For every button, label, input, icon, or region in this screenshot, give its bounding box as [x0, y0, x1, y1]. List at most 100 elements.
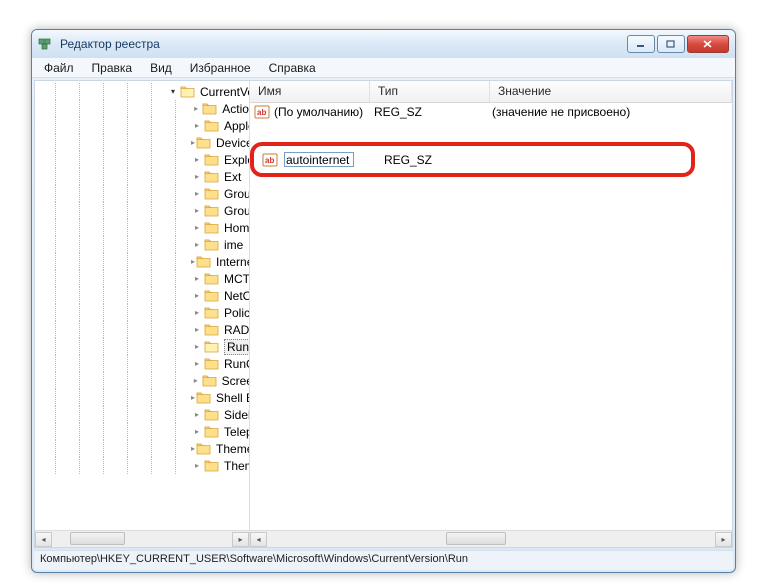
tree-item[interactable]: RunOnce — [35, 355, 249, 372]
scroll-track[interactable] — [52, 532, 232, 547]
expand-icon[interactable] — [191, 290, 203, 302]
tree-label: Applets — [224, 119, 249, 133]
expand-icon[interactable] — [191, 341, 203, 353]
tree-item-parent[interactable]: CurrentVersion — [35, 83, 249, 100]
expand-icon[interactable] — [191, 307, 203, 319]
folder-icon — [204, 204, 220, 217]
expand-icon[interactable] — [191, 392, 195, 404]
tree-item[interactable]: Run — [35, 338, 249, 355]
menu-file[interactable]: Файл — [36, 59, 82, 77]
column-type[interactable]: Тип — [370, 81, 490, 102]
tree-item[interactable]: Telephony — [35, 423, 249, 440]
expand-icon[interactable] — [167, 86, 179, 98]
expand-icon[interactable] — [191, 375, 201, 387]
maximize-button[interactable] — [657, 35, 685, 53]
tree-label: Group Policy — [224, 204, 249, 218]
menu-edit[interactable]: Правка — [84, 59, 141, 77]
column-name[interactable]: Имя — [250, 81, 370, 102]
expand-icon[interactable] — [191, 273, 203, 285]
folder-icon — [204, 221, 220, 234]
tree-item[interactable]: Sidebar — [35, 406, 249, 423]
tree-item[interactable]: Shell Extensions — [35, 389, 249, 406]
expand-icon[interactable] — [191, 120, 203, 132]
tree-label: Ext — [224, 170, 241, 184]
expand-icon[interactable] — [191, 443, 195, 455]
tree-item[interactable]: Group Policy — [35, 202, 249, 219]
tree-item[interactable]: Device Metadata — [35, 134, 249, 151]
expand-icon[interactable] — [191, 103, 201, 115]
scroll-thumb[interactable] — [446, 532, 506, 545]
list-pane: Имя Тип Значение ab (По умолчанию) REG_S… — [250, 81, 732, 547]
minimize-button[interactable] — [627, 35, 655, 53]
tree-label: Policies — [224, 306, 249, 320]
tree-item[interactable]: Screensavers — [35, 372, 249, 389]
tree-item[interactable]: Policies — [35, 304, 249, 321]
expand-icon[interactable] — [191, 358, 203, 370]
tree-item[interactable]: Applets — [35, 117, 249, 134]
scroll-track[interactable] — [267, 532, 715, 547]
scroll-left-button[interactable]: ◂ — [35, 532, 52, 547]
scroll-thumb[interactable] — [70, 532, 125, 545]
tree-item[interactable]: Explorer — [35, 151, 249, 168]
value-row-default[interactable]: ab (По умолчанию) REG_SZ (значение не пр… — [250, 103, 732, 121]
expand-icon[interactable] — [191, 137, 195, 149]
tree-label: CurrentVersion — [200, 85, 249, 99]
folder-icon — [204, 459, 220, 472]
menu-view[interactable]: Вид — [142, 59, 180, 77]
tree-item[interactable]: MCT — [35, 270, 249, 287]
menu-favorites[interactable]: Избранное — [182, 59, 259, 77]
folder-icon — [196, 255, 212, 268]
tree-label: RADAR — [224, 323, 249, 337]
menu-help[interactable]: Справка — [261, 59, 324, 77]
scroll-right-button[interactable]: ▸ — [715, 532, 732, 547]
expand-icon[interactable] — [191, 222, 203, 234]
tree-item[interactable]: ime — [35, 236, 249, 253]
tree-item[interactable]: Group Policy — [35, 185, 249, 202]
close-button[interactable] — [687, 35, 729, 53]
registry-editor-window: Редактор реестра Файл Правка Вид Избранн… — [31, 29, 736, 573]
column-value[interactable]: Значение — [490, 81, 732, 102]
folder-icon — [204, 306, 220, 319]
tree-item[interactable]: ThemeManager — [35, 440, 249, 457]
tree-item[interactable]: RADAR — [35, 321, 249, 338]
tree-item[interactable]: Themes — [35, 457, 249, 474]
tree-label: Run — [224, 339, 249, 355]
tree-label: Screensavers — [222, 374, 249, 388]
list-body[interactable]: ab (По умолчанию) REG_SZ (значение не пр… — [250, 103, 732, 530]
expand-icon[interactable] — [191, 205, 203, 217]
expand-icon[interactable] — [191, 256, 195, 268]
folder-icon — [204, 425, 220, 438]
folder-icon — [204, 323, 220, 336]
folder-icon — [204, 238, 220, 251]
expand-icon[interactable] — [191, 154, 203, 166]
scroll-left-button[interactable]: ◂ — [250, 532, 267, 547]
expand-icon[interactable] — [191, 324, 203, 336]
tree-item[interactable]: NetCache — [35, 287, 249, 304]
expand-icon[interactable] — [191, 426, 203, 438]
tree-item[interactable]: Internet Settings — [35, 253, 249, 270]
tree-label: Device Metadata — [216, 136, 249, 150]
expand-icon[interactable] — [191, 239, 203, 251]
tree-item[interactable]: HomeGroup — [35, 219, 249, 236]
folder-open-icon — [180, 85, 196, 98]
folder-icon — [204, 357, 220, 370]
expand-icon[interactable] — [191, 460, 203, 472]
titlebar[interactable]: Редактор реестра — [32, 30, 735, 58]
scroll-right-button[interactable]: ▸ — [232, 532, 249, 547]
tree-label: MCT — [224, 272, 249, 286]
window-title: Редактор реестра — [60, 37, 625, 51]
tree-item[interactable]: Action Center — [35, 100, 249, 117]
folder-icon — [202, 102, 218, 115]
expand-icon[interactable] — [191, 409, 203, 421]
expand-icon[interactable] — [191, 188, 203, 200]
tree-h-scrollbar[interactable]: ◂ ▸ — [35, 530, 249, 547]
svg-text:ab: ab — [257, 108, 266, 117]
rename-input[interactable] — [284, 152, 354, 167]
tree-scroll[interactable]: CurrentVersionAction Center Applets Device… — [35, 81, 249, 530]
app-icon — [38, 36, 54, 52]
tree-label: ime — [224, 238, 243, 252]
tree-label: Sidebar — [224, 408, 249, 422]
expand-icon[interactable] — [191, 171, 203, 183]
list-h-scrollbar[interactable]: ◂ ▸ — [250, 530, 732, 547]
tree-item[interactable]: Ext — [35, 168, 249, 185]
